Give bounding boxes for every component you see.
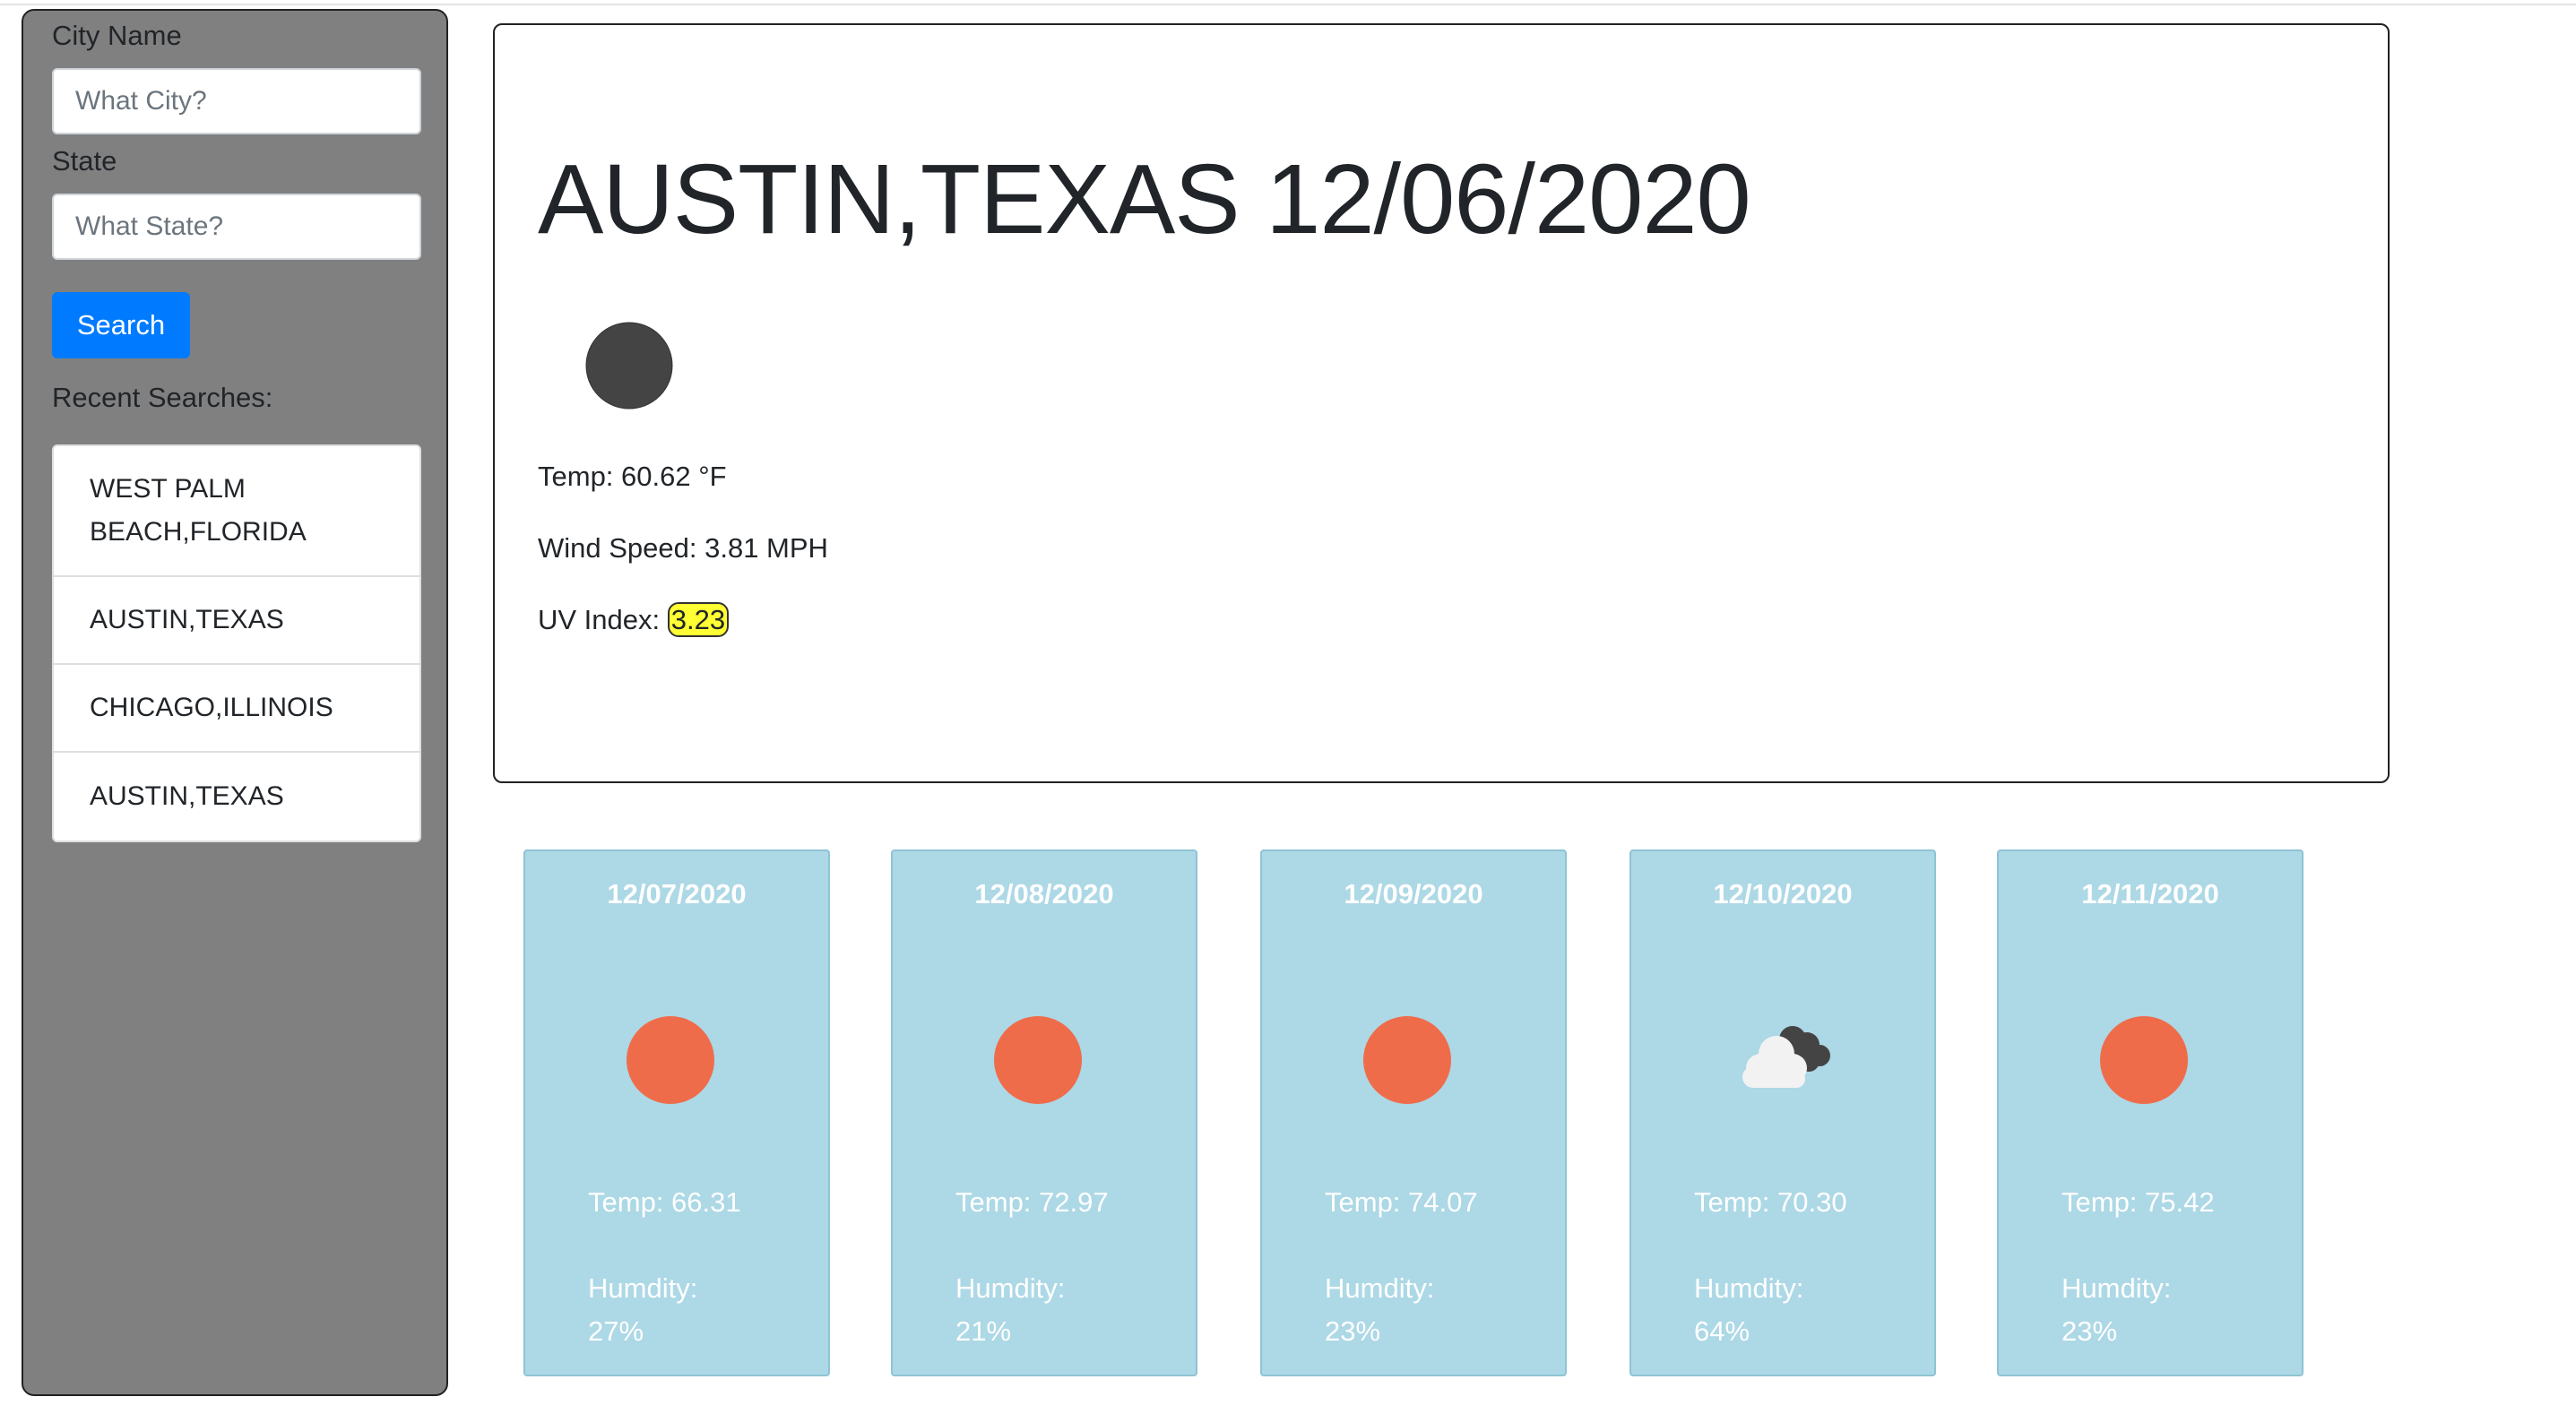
- current-temp: Temp: 60.62 °F: [538, 461, 727, 492]
- search-button[interactable]: Search: [52, 292, 190, 358]
- forecast-card: 12/11/2020 Temp: 75.42 Humdity: 23%: [1997, 849, 2304, 1376]
- forecast-temp: Temp: 66.31: [588, 1186, 741, 1218]
- clouds-icon: [1742, 1026, 1830, 1088]
- forecast-date: 12/08/2020: [974, 878, 1114, 910]
- forecast-date: 12/10/2020: [1713, 878, 1853, 910]
- recent-search-item[interactable]: CHICAGO,ILLINOIS: [54, 665, 419, 753]
- forecast-humidity-label: Humdity:: [1325, 1272, 1435, 1304]
- sun-icon: [994, 1016, 1082, 1104]
- forecast-card: 12/08/2020 Temp: 72.97 Humdity: 21%: [891, 849, 1197, 1376]
- recent-search-item[interactable]: AUSTIN,TEXAS: [54, 753, 419, 841]
- forecast-temp: Temp: 70.30: [1694, 1186, 1847, 1218]
- search-sidebar: City Name State Search Recent Searches: …: [22, 9, 448, 1396]
- recent-search-item[interactable]: AUSTIN,TEXAS: [54, 577, 419, 665]
- city-date-title: AUSTIN,TEXAS 12/06/2020: [538, 144, 1751, 254]
- recent-search-line: AUSTIN,TEXAS: [90, 781, 284, 811]
- top-border: [0, 0, 2576, 5]
- sun-icon: [2100, 1016, 2188, 1104]
- forecast-date: 12/07/2020: [607, 878, 747, 910]
- recent-search-line: BEACH,FLORIDA: [90, 517, 307, 547]
- moon-clear-icon: [585, 322, 673, 410]
- recent-search-line: WEST PALM: [90, 474, 246, 504]
- city-name-label: City Name: [52, 20, 182, 51]
- uv-index-badge: 3.23: [667, 602, 730, 637]
- state-label: State: [52, 145, 117, 177]
- forecast-card: 12/09/2020 Temp: 74.07 Humdity: 23%: [1260, 849, 1567, 1376]
- recent-search-line: CHICAGO,ILLINOIS: [90, 693, 333, 722]
- forecast-humidity-label: Humdity:: [1694, 1272, 1804, 1304]
- forecast-humidity-label: Humdity:: [2062, 1272, 2172, 1304]
- recent-searches-list: WEST PALM BEACH,FLORIDA AUSTIN,TEXAS CHI…: [52, 444, 421, 842]
- current-uv: UV Index: 3.23: [538, 602, 730, 637]
- forecast-date: 12/11/2020: [2081, 878, 2219, 910]
- forecast-humidity-value: 64%: [1694, 1315, 1750, 1347]
- sun-icon: [1363, 1016, 1451, 1104]
- current-weather-card: AUSTIN,TEXAS 12/06/2020 Temp: 60.62 °F W…: [493, 23, 2390, 783]
- recent-search-line: AUSTIN,TEXAS: [90, 605, 284, 634]
- sun-icon: [627, 1016, 714, 1104]
- forecast-humidity-value: 23%: [2062, 1315, 2118, 1347]
- recent-search-text: WEST PALM BEACH,FLORIDA: [90, 468, 307, 554]
- forecast-card: 12/10/2020 Temp: 70.30 Humdity: 64%: [1629, 849, 1936, 1376]
- forecast-temp: Temp: 74.07: [1325, 1186, 1478, 1218]
- state-input[interactable]: [52, 194, 421, 260]
- recent-searches-label: Recent Searches:: [52, 382, 273, 413]
- forecast-card: 12/07/2020 Temp: 66.31 Humdity: 27%: [523, 849, 830, 1376]
- forecast-humidity-label: Humdity:: [955, 1272, 1066, 1304]
- uv-index-label: UV Index:: [538, 604, 668, 635]
- forecast-date: 12/09/2020: [1344, 878, 1483, 910]
- forecast-temp: Temp: 72.97: [955, 1186, 1109, 1218]
- forecast-humidity-value: 23%: [1325, 1315, 1381, 1347]
- forecast-humidity-label: Humdity:: [588, 1272, 698, 1304]
- city-input[interactable]: [52, 68, 421, 134]
- forecast-temp: Temp: 75.42: [2062, 1186, 2215, 1218]
- forecast-humidity-value: 27%: [588, 1315, 644, 1347]
- recent-search-item[interactable]: WEST PALM BEACH,FLORIDA: [54, 446, 419, 577]
- current-wind: Wind Speed: 3.81 MPH: [538, 532, 828, 564]
- forecast-humidity-value: 21%: [955, 1315, 1012, 1347]
